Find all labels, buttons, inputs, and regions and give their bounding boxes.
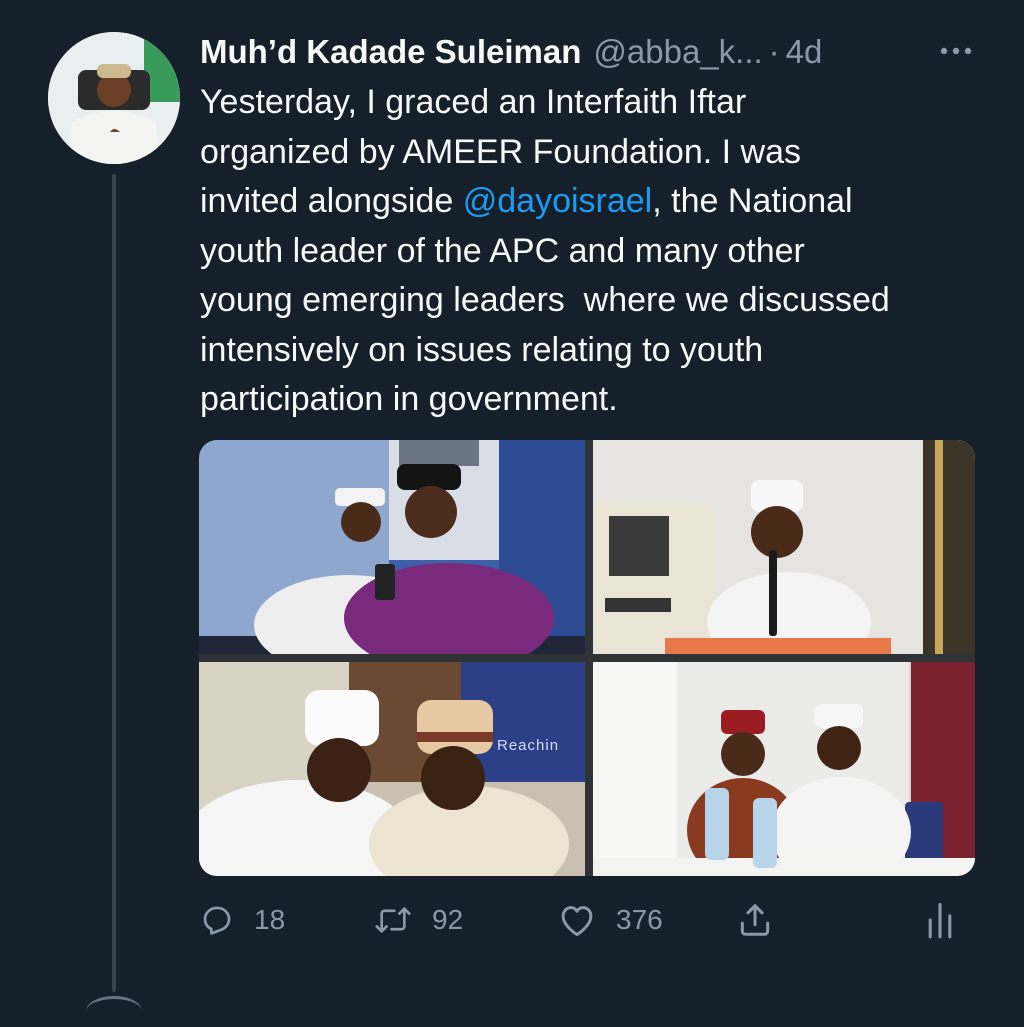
like-button[interactable]: 376 bbox=[558, 896, 663, 944]
next-avatar-edge bbox=[86, 996, 142, 1027]
tweet-header: Muh’d Kadade Suleiman @abba_k... · 4d bbox=[200, 30, 1004, 74]
analytics-button[interactable] bbox=[926, 896, 954, 944]
more-options-button[interactable] bbox=[936, 36, 976, 66]
share-icon bbox=[740, 904, 770, 936]
photo-2[interactable] bbox=[593, 440, 975, 654]
mention-link[interactable]: @dayoisrael bbox=[463, 182, 653, 220]
photo-4[interactable] bbox=[593, 662, 975, 876]
analytics-icon bbox=[928, 903, 952, 939]
heart-icon bbox=[561, 906, 593, 937]
thread-line bbox=[112, 174, 116, 992]
author-avatar[interactable] bbox=[48, 32, 180, 164]
retweet-button[interactable]: 92 bbox=[374, 896, 463, 944]
reply-button[interactable]: 18 bbox=[200, 896, 285, 944]
tweet-actions: 18 92 376 bbox=[200, 896, 970, 944]
retweet-count: 92 bbox=[432, 904, 464, 935]
header-separator: · bbox=[768, 33, 780, 70]
like-count: 376 bbox=[616, 904, 663, 935]
reply-icon bbox=[203, 906, 231, 935]
retweet-icon bbox=[375, 907, 411, 933]
author-handle[interactable]: @abba_k... bbox=[593, 30, 762, 74]
photo-1[interactable] bbox=[199, 440, 585, 654]
media-grid: Reachin bbox=[199, 440, 975, 876]
photo-3[interactable]: Reachin bbox=[199, 662, 585, 876]
reply-count: 18 bbox=[254, 904, 286, 935]
author-name[interactable]: Muh’d Kadade Suleiman bbox=[200, 30, 581, 74]
share-button[interactable] bbox=[736, 896, 774, 944]
more-dots-icon bbox=[940, 47, 972, 55]
tweet-text: Yesterday, I graced an Interfaith Iftar … bbox=[200, 78, 1000, 425]
tweet-timestamp[interactable]: 4d bbox=[786, 30, 823, 74]
photo3-banner-text: Reachin bbox=[497, 737, 560, 754]
